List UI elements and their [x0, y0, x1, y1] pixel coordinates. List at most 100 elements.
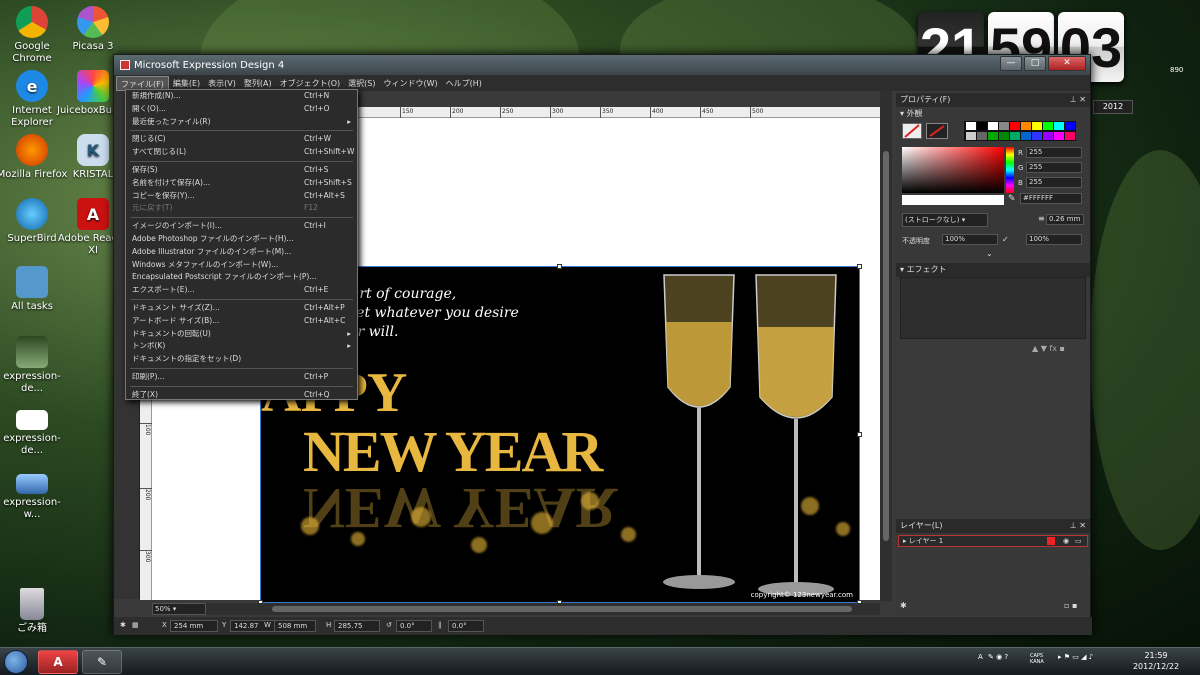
file-menu-item[interactable]: すべて閉じる(L) Ctrl+Shift+W: [126, 146, 357, 159]
hue-slider[interactable]: [1006, 147, 1014, 193]
pin-icon[interactable]: ⊥ ✕: [1070, 93, 1086, 107]
rotate-input[interactable]: 0.0°: [396, 620, 432, 632]
eyedropper-icon[interactable]: ✎: [1008, 194, 1016, 204]
swatch[interactable]: [988, 132, 998, 140]
expand-chevron-icon[interactable]: ⌄: [986, 249, 993, 258]
b-input[interactable]: 255: [1026, 177, 1082, 188]
move-down-icon[interactable]: ▼: [1041, 344, 1047, 353]
move-up-icon[interactable]: ▲: [1032, 344, 1038, 353]
stroke-select[interactable]: (ストロークなし) ▾: [902, 213, 988, 227]
selection-handle[interactable]: [857, 264, 862, 269]
file-menu-item[interactable]: Adobe Photoshop ファイルのインポート(H)...: [126, 233, 357, 246]
menu-help[interactable]: ヘルプ(H): [442, 76, 486, 91]
scroll-thumb[interactable]: [272, 606, 852, 612]
swatch[interactable]: [977, 122, 987, 130]
x-input[interactable]: 254 mm: [170, 620, 218, 632]
file-menu-item[interactable]: Adobe Illustrator ファイルのインポート(M)...: [126, 246, 357, 259]
desktop-icon-file[interactable]: expression-de...: [0, 336, 68, 395]
desktop-icon-file[interactable]: expression-de...: [0, 402, 68, 457]
file-menu-item[interactable]: コピーを保存(Y)... Ctrl+Alt+S: [126, 190, 357, 203]
layers-settings-icon[interactable]: ✱: [900, 601, 907, 610]
file-menu-item[interactable]: ドキュメントの回転(U) ▸: [126, 328, 357, 341]
pin-icon[interactable]: ⊥ ✕: [1070, 519, 1086, 533]
maximize-button[interactable]: □: [1024, 56, 1046, 71]
taskbar-app-icon[interactable]: ✎: [82, 650, 122, 674]
zoom-select[interactable]: 50% ▾: [152, 603, 206, 615]
swatch[interactable]: [1065, 132, 1075, 140]
desktop-icon-picasa[interactable]: Picasa 3: [57, 6, 129, 53]
swatch[interactable]: [1010, 122, 1020, 130]
file-menu-item[interactable]: アートボード サイズ(B)... Ctrl+Alt+C: [126, 315, 357, 328]
swatch[interactable]: [1032, 122, 1042, 130]
swatch[interactable]: [966, 122, 976, 130]
h-input[interactable]: 285.75: [334, 620, 380, 632]
stroke-width-input[interactable]: 0.26 mm: [1046, 214, 1084, 225]
appearance-section[interactable]: ▾ 外観: [896, 107, 1090, 120]
swatch[interactable]: [999, 132, 1009, 140]
hex-input[interactable]: #FFFFFF: [1020, 193, 1082, 204]
file-menu-item[interactable]: 最近使ったファイル(R) ▸: [126, 116, 357, 129]
file-menu-item[interactable]: トンボ(K) ▸: [126, 340, 357, 353]
w-input[interactable]: 508 mm: [274, 620, 316, 632]
taskbar-expression-design[interactable]: A: [38, 650, 78, 674]
file-menu-item[interactable]: 名前を付けて保存(A)... Ctrl+Shift+S: [126, 177, 357, 190]
new-layer-icon[interactable]: ▫ ▪: [1064, 601, 1077, 610]
file-menu-item[interactable]: ドキュメントの指定をセット(D): [126, 353, 357, 366]
delete-icon[interactable]: ▪: [1060, 344, 1065, 353]
file-menu-item[interactable]: 終了(X) Ctrl+Q: [126, 389, 357, 402]
effects-list[interactable]: [900, 277, 1086, 339]
swatch[interactable]: [1021, 132, 1031, 140]
swatch[interactable]: [977, 132, 987, 140]
file-menu-item[interactable]: 印刷(P)... Ctrl+P: [126, 371, 357, 384]
file-menu-item[interactable]: 開く(O)... Ctrl+O: [126, 103, 357, 116]
swatch[interactable]: [1054, 122, 1064, 130]
file-menu-item[interactable]: 閉じる(C) Ctrl+W: [126, 133, 357, 146]
horizontal-scrollbar[interactable]: [152, 603, 880, 615]
file-menu-item[interactable]: Windows メタファイルのインポート(W)...: [126, 259, 357, 272]
snap-icon[interactable]: ▦: [132, 620, 139, 632]
start-button[interactable]: [4, 650, 28, 674]
g-input[interactable]: 255: [1026, 162, 1082, 173]
desktop-icon-recycle-bin[interactable]: ごみ箱: [0, 588, 68, 635]
selection-handle[interactable]: [557, 264, 562, 269]
eye-icon[interactable]: ◉: [1063, 536, 1069, 546]
tray-icons[interactable]: ▸ ⚑ ▭ ◢ ♪: [1058, 653, 1093, 661]
swatch[interactable]: [988, 122, 998, 130]
desktop-icon-all-tasks[interactable]: All tasks: [0, 266, 68, 313]
swatch[interactable]: [966, 132, 976, 140]
scroll-thumb[interactable]: [883, 151, 889, 541]
file-menu-item[interactable]: 新規作成(N)... Ctrl+N: [126, 90, 357, 103]
stroke-none-icon[interactable]: [926, 123, 948, 139]
swatch[interactable]: [1065, 122, 1075, 130]
file-menu-item[interactable]: エクスポート(E)... Ctrl+E: [126, 284, 357, 297]
swatch[interactable]: [1054, 132, 1064, 140]
lock-icon[interactable]: ▭: [1075, 536, 1082, 546]
desktop-icon-file[interactable]: expression-w...: [0, 466, 68, 521]
minimize-button[interactable]: —: [1000, 56, 1022, 71]
fx-button[interactable]: fx: [1049, 344, 1057, 353]
file-menu-item[interactable]: 保存(S) Ctrl+S: [126, 164, 357, 177]
stroke-opacity-input[interactable]: 100%: [1026, 234, 1082, 245]
taskbar-clock[interactable]: 21:59 2012/12/22: [1126, 650, 1186, 672]
ime-language[interactable]: A: [978, 653, 983, 661]
swatch[interactable]: [1043, 122, 1053, 130]
swatch[interactable]: [999, 122, 1009, 130]
file-menu-item[interactable]: Encapsulated Postscript ファイルのインポート(P)...: [126, 271, 357, 284]
vertical-scrollbar[interactable]: [880, 91, 892, 601]
color-swatches[interactable]: [964, 121, 1076, 141]
selection-handle[interactable]: [857, 432, 862, 437]
menu-window[interactable]: ウィンドウ(W): [379, 76, 441, 91]
color-picker-field[interactable]: [902, 147, 1004, 193]
swatch[interactable]: [1043, 132, 1053, 140]
file-menu-item[interactable]: イメージのインポート(I)... Ctrl+I: [126, 220, 357, 233]
ime-icon[interactable]: ✎ ◉ ?: [988, 653, 1008, 661]
layer-row[interactable]: ▸ レイヤー 1 ◉ ▭: [898, 535, 1088, 547]
swatch[interactable]: [1010, 132, 1020, 140]
r-input[interactable]: 255: [1026, 147, 1082, 158]
title-bar[interactable]: Microsoft Expression Design 4 — □ ✕: [114, 55, 1090, 75]
close-button[interactable]: ✕: [1048, 56, 1086, 71]
fill-none-icon[interactable]: [902, 123, 922, 139]
swatch[interactable]: [1032, 132, 1042, 140]
swatch[interactable]: [1021, 122, 1031, 130]
file-menu-item[interactable]: ドキュメント サイズ(Z)... Ctrl+Alt+P: [126, 302, 357, 315]
